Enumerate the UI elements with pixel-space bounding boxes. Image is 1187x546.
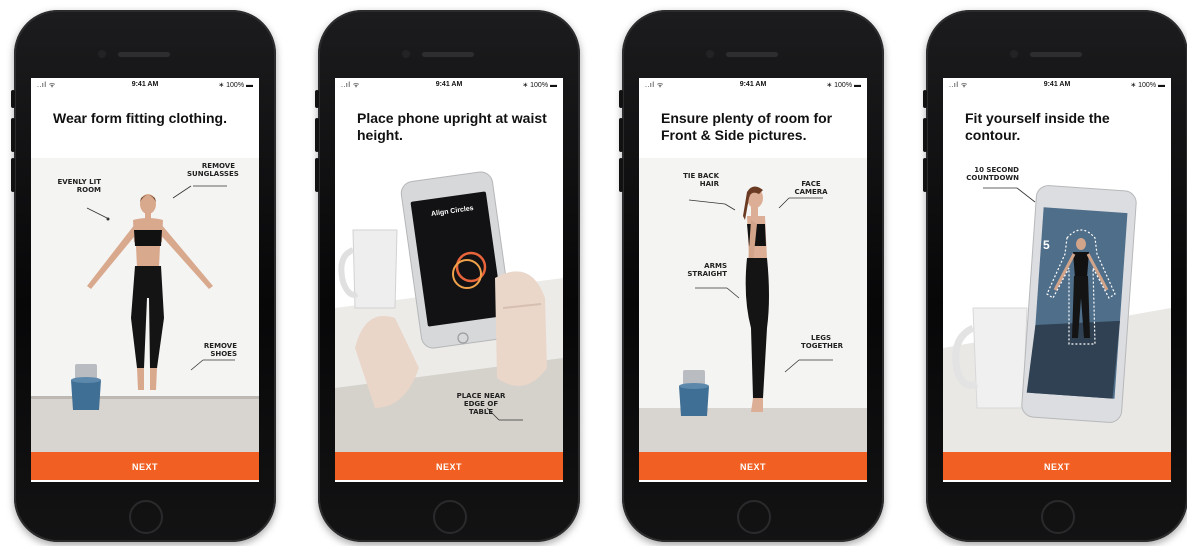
instruction-photo-table: Align Circles PLACE NEAR EDGE OF TABLE bbox=[335, 158, 563, 452]
woman-front-pose-illustration bbox=[31, 158, 259, 452]
countdown-number: 5 bbox=[1043, 238, 1050, 252]
home-button bbox=[433, 500, 467, 534]
step-title: Place phone upright at waist height. bbox=[357, 110, 547, 143]
screen-place-phone: ..ıl ᯤ 9:41 AM ∗ 100% ▬ Place phone upri… bbox=[335, 78, 563, 482]
home-button bbox=[129, 500, 163, 534]
battery-icon: ∗ 100% ▬ bbox=[522, 82, 557, 89]
front-camera bbox=[98, 50, 106, 58]
step-title: Wear form fitting clothing. bbox=[53, 110, 227, 126]
annotation-arms-straight: ARMS STRAIGHT bbox=[687, 262, 727, 278]
front-camera bbox=[402, 50, 410, 58]
phone-mockup-1: ..ıl ᯤ 9:41 AM ∗ 100% ▬ Wear form fittin… bbox=[11, 10, 276, 542]
home-button bbox=[1041, 500, 1075, 534]
home-button bbox=[737, 500, 771, 534]
volume-up-button bbox=[11, 118, 15, 152]
annotation-face-camera: FACE CAMERA bbox=[794, 180, 828, 196]
status-bar: ..ıl ᯤ 9:41 AM ∗ 100% ▬ bbox=[943, 78, 1171, 92]
phone-mockup-2: ..ıl ᯤ 9:41 AM ∗ 100% ▬ Place phone upri… bbox=[315, 10, 580, 542]
volume-down-button bbox=[923, 158, 927, 192]
battery-icon: ∗ 100% ▬ bbox=[826, 82, 861, 89]
screen-ensure-room: ..ıl ᯤ 9:41 AM ∗ 100% ▬ Ensure plenty of… bbox=[639, 78, 867, 482]
earpiece-speaker bbox=[726, 52, 778, 57]
earpiece-speaker bbox=[118, 52, 170, 57]
earpiece-speaker bbox=[1030, 52, 1082, 57]
annotation-remove-sunglasses: REMOVE SUNGLASSES bbox=[187, 162, 239, 178]
volume-down-button bbox=[11, 158, 15, 192]
volume-up-button bbox=[315, 118, 319, 152]
instruction-photo-contour: 10 SECOND COUNTDOWN 5 bbox=[943, 158, 1171, 452]
battery-icon: ∗ 100% ▬ bbox=[1130, 82, 1165, 89]
annotation-legs-together: LEGS TOGETHER bbox=[801, 334, 844, 350]
onboarding-gallery: ..ıl ᯤ 9:41 AM ∗ 100% ▬ Wear form fittin… bbox=[0, 0, 1187, 546]
volume-up-button bbox=[923, 118, 927, 152]
phone-on-table-illustration bbox=[335, 158, 563, 452]
battery-icon: ∗ 100% ▬ bbox=[218, 82, 253, 89]
step-title: Ensure plenty of room for Front & Side p… bbox=[661, 110, 833, 143]
phone-mockup-3: ..ıl ᯤ 9:41 AM ∗ 100% ▬ Ensure plenty of… bbox=[619, 10, 884, 542]
phone-mockup-4: ..ıl ᯤ 9:41 AM ∗ 100% ▬ Fit yourself ins… bbox=[923, 10, 1187, 542]
mute-switch bbox=[619, 90, 623, 108]
next-button[interactable]: NEXT bbox=[335, 452, 563, 480]
mute-switch bbox=[923, 90, 927, 108]
woman-side-pose-illustration bbox=[639, 158, 867, 452]
next-button[interactable]: NEXT bbox=[31, 452, 259, 480]
volume-up-button bbox=[619, 118, 623, 152]
volume-down-button bbox=[315, 158, 319, 192]
annotation-place-near-edge: PLACE NEAR EDGE OF TABLE bbox=[456, 392, 506, 416]
mute-switch bbox=[11, 90, 15, 108]
volume-down-button bbox=[619, 158, 623, 192]
screen-fit-contour: ..ıl ᯤ 9:41 AM ∗ 100% ▬ Fit yourself ins… bbox=[943, 78, 1171, 482]
status-bar: ..ıl ᯤ 9:41 AM ∗ 100% ▬ bbox=[639, 78, 867, 92]
annotation-tie-back-hair: TIE BACK HAIR bbox=[683, 172, 719, 188]
instruction-photo-side: TIE BACK HAIR FACE CAMERA ARMS STRAIGHT … bbox=[639, 158, 867, 452]
front-camera bbox=[1010, 50, 1018, 58]
annotation-evenly-lit: EVENLY LIT ROOM bbox=[57, 178, 101, 194]
next-button[interactable]: NEXT bbox=[639, 452, 867, 480]
phone-contour-illustration bbox=[943, 158, 1171, 452]
annotation-10-second-countdown: 10 SECOND COUNTDOWN bbox=[966, 166, 1019, 182]
mute-switch bbox=[315, 90, 319, 108]
status-bar: ..ıl ᯤ 9:41 AM ∗ 100% ▬ bbox=[31, 78, 259, 92]
instruction-photo-front: EVENLY LIT ROOM REMOVE SUNGLASSES REMOVE… bbox=[31, 158, 259, 452]
next-button[interactable]: NEXT bbox=[943, 452, 1171, 480]
front-camera bbox=[706, 50, 714, 58]
earpiece-speaker bbox=[422, 52, 474, 57]
screen-wear-clothing: ..ıl ᯤ 9:41 AM ∗ 100% ▬ Wear form fittin… bbox=[31, 78, 259, 482]
status-bar: ..ıl ᯤ 9:41 AM ∗ 100% ▬ bbox=[335, 78, 563, 92]
annotation-remove-shoes: REMOVE SHOES bbox=[203, 342, 237, 358]
step-title: Fit yourself inside the contour. bbox=[965, 110, 1110, 143]
